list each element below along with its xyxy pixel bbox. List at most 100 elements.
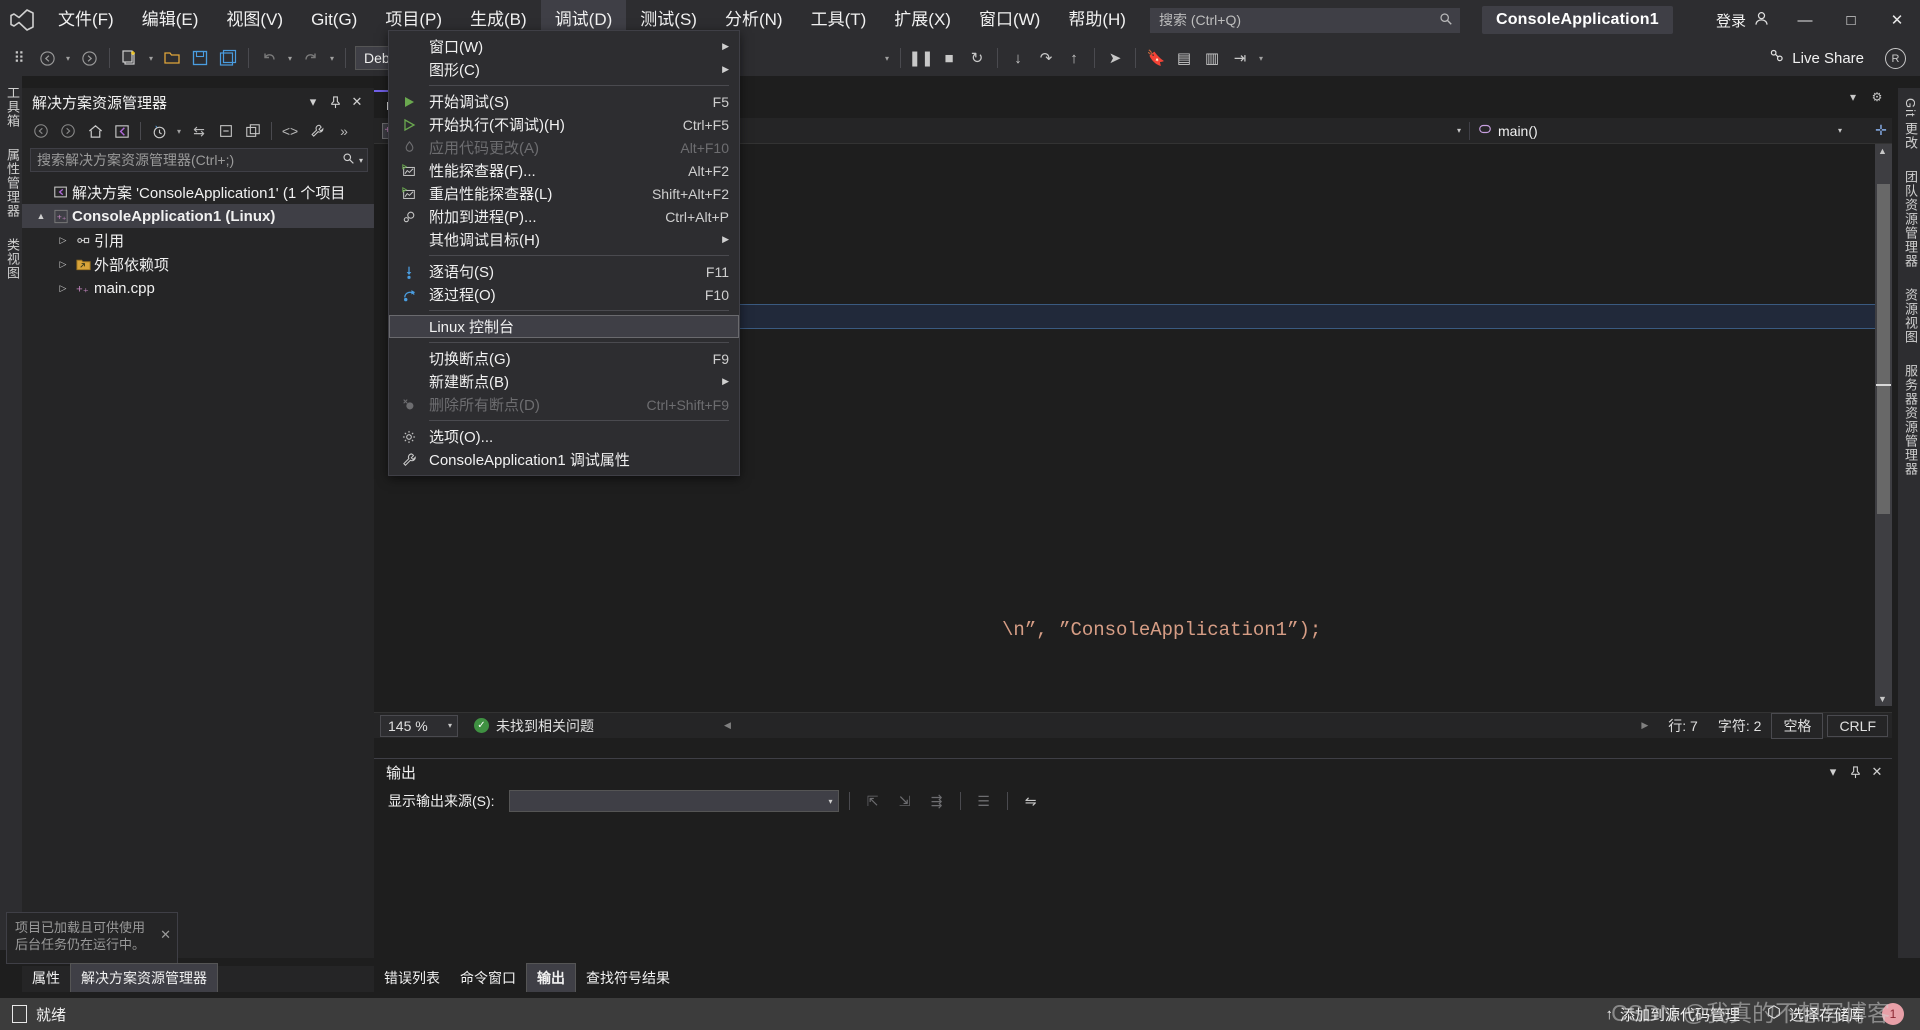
nav-member-chevron-icon[interactable]: ▾: [1838, 126, 1842, 135]
se-home-icon[interactable]: [82, 118, 108, 144]
se-overflow-icon[interactable]: »: [331, 118, 357, 144]
uncomment-icon[interactable]: ▥: [1199, 45, 1225, 71]
twisty-project[interactable]: ▲: [32, 211, 50, 221]
menu-edit[interactable]: 编辑(E): [128, 0, 213, 40]
se-properties-icon[interactable]: [304, 118, 330, 144]
menu-window[interactable]: 窗口(W): [965, 0, 1054, 40]
panel-close-icon[interactable]: ✕: [346, 91, 368, 113]
panel-tab-properties[interactable]: 属性: [22, 964, 70, 992]
scroll-thumb[interactable]: [1877, 184, 1890, 514]
hscroll-right-editor-icon[interactable]: ▶: [1631, 720, 1658, 731]
undo-icon[interactable]: [256, 45, 282, 71]
live-share-button[interactable]: Live Share: [1768, 40, 1864, 76]
add-to-source-control-button[interactable]: ↑ 添加到源代码管理: [1597, 1004, 1748, 1025]
bottom-tab-output[interactable]: 输出: [526, 963, 576, 992]
menu-item-attach-to-process[interactable]: 附加到进程(P)... Ctrl+Alt+P: [389, 205, 739, 228]
quick-search-input[interactable]: 搜索 (Ctrl+Q): [1150, 8, 1460, 33]
new-project-dropdown-icon[interactable]: ▾: [145, 54, 157, 63]
nav-scope-chevron-icon[interactable]: ▾: [1457, 126, 1461, 135]
output-source-combo[interactable]: ▾: [509, 790, 839, 812]
rail-tab-server-explorer[interactable]: 服务器资源管理器: [1898, 354, 1920, 486]
open-file-icon[interactable]: [159, 45, 185, 71]
pin-icon[interactable]: [324, 91, 346, 113]
navigate-back-icon[interactable]: [34, 45, 60, 71]
feedback-icon[interactable]: R: [1885, 48, 1906, 69]
se-show-all-files-icon[interactable]: <>: [277, 118, 303, 144]
menu-file[interactable]: 文件(F): [44, 0, 128, 40]
menu-item-relaunch-profiler[interactable]: 重启性能探查器(L) Shift+Alt+F2: [389, 182, 739, 205]
save-icon[interactable]: [187, 45, 213, 71]
menu-item-windows[interactable]: 窗口(W) ▶: [389, 35, 739, 58]
run-dropdown-icon[interactable]: ▾: [881, 54, 893, 63]
comment-icon[interactable]: ▤: [1171, 45, 1197, 71]
se-pending-changes-icon[interactable]: [146, 118, 172, 144]
back-dropdown-icon[interactable]: ▾: [62, 54, 74, 63]
stop-icon[interactable]: ■: [936, 45, 962, 71]
tree-node-external-dependencies[interactable]: ▷ 外部依赖项: [22, 252, 374, 276]
new-project-icon[interactable]: [117, 45, 143, 71]
step-over-toolbar-icon[interactable]: ↷: [1033, 45, 1059, 71]
twisty-external[interactable]: ▷: [54, 259, 72, 270]
save-all-icon[interactable]: [215, 45, 241, 71]
menu-item-start-without-debugging[interactable]: 开始执行(不调试)(H) Ctrl+F5: [389, 113, 739, 136]
output-dropdown-icon[interactable]: ▾: [1822, 761, 1844, 783]
redo-dropdown-icon[interactable]: ▾: [326, 54, 338, 63]
solution-explorer-search-input[interactable]: 搜索解决方案资源管理器(Ctrl+;) ▾: [30, 148, 368, 172]
se-back-icon[interactable]: [28, 118, 54, 144]
menu-item-start-debugging[interactable]: 开始调试(S) F5: [389, 90, 739, 113]
zoom-level-combo[interactable]: 145 % ▾: [380, 715, 458, 737]
menu-item-toggle-breakpoint[interactable]: 切换断点(G) F9: [389, 347, 739, 370]
rail-tab-resource-view[interactable]: 资源视图: [1898, 278, 1920, 354]
toggle-wrap-icon[interactable]: ⇋: [1018, 789, 1044, 813]
se-forward-icon[interactable]: [55, 118, 81, 144]
toast-close-icon[interactable]: ✕: [160, 926, 171, 943]
menu-tools[interactable]: 工具(T): [797, 0, 881, 40]
menu-item-step-into[interactable]: 逐语句(S) F11: [389, 260, 739, 283]
undo-dropdown-icon[interactable]: ▾: [284, 54, 296, 63]
menu-extensions[interactable]: 扩展(X): [880, 0, 965, 40]
twisty-references[interactable]: ▷: [54, 235, 72, 246]
rail-tab-team-explorer[interactable]: 团队资源管理器: [1898, 160, 1920, 278]
menu-view[interactable]: 视图(V): [212, 0, 297, 40]
se-properties-window-icon[interactable]: [240, 118, 266, 144]
clear-all-icon[interactable]: ⇲: [892, 789, 918, 813]
indentation-indicator[interactable]: 空格: [1771, 713, 1823, 739]
nav-split-icon[interactable]: ✛: [1870, 122, 1892, 139]
tree-node-references[interactable]: ▷ 引用: [22, 228, 374, 252]
notification-bell-badge[interactable]: 1: [1882, 1003, 1904, 1025]
bookmark-icon[interactable]: 🔖: [1143, 45, 1169, 71]
menu-item-step-over[interactable]: 逐过程(O) F10: [389, 283, 739, 306]
output-close-icon[interactable]: ✕: [1866, 761, 1888, 783]
editor-vertical-scrollbar[interactable]: ▲ ▼: [1875, 144, 1892, 706]
menu-item-debug-properties[interactable]: ConsoleApplication1 调试属性: [389, 448, 739, 471]
panel-dropdown-icon[interactable]: ▾: [302, 91, 324, 113]
output-pin-icon[interactable]: [1844, 761, 1866, 783]
sign-in-button[interactable]: 登录: [1704, 10, 1782, 31]
se-collapse-all-icon[interactable]: [213, 118, 239, 144]
rail-tab-git-changes[interactable]: Git 更改: [1898, 88, 1920, 160]
nav-member-selector[interactable]: main() ▾: [1470, 118, 1870, 144]
se-sync-icon[interactable]: ⇆: [186, 118, 212, 144]
bottom-tab-find-symbol-results[interactable]: 查找符号结果: [576, 964, 680, 992]
scroll-up-icon[interactable]: ▲: [1878, 146, 1887, 156]
bottom-tab-command-window[interactable]: 命令窗口: [450, 964, 526, 992]
step-into-toolbar-icon[interactable]: ↓: [1005, 45, 1031, 71]
debug-dropdown-menu[interactable]: 窗口(W) ▶ 图形(C) ▶ 开始调试(S) F5 开始执行(不调试)(H) …: [388, 30, 740, 476]
restart-icon[interactable]: ↻: [964, 45, 990, 71]
minimize-button[interactable]: —: [1782, 0, 1828, 40]
se-solution-icon[interactable]: [109, 118, 135, 144]
se-search-dropdown-icon[interactable]: ▾: [355, 156, 363, 165]
close-button[interactable]: ✕: [1874, 0, 1920, 40]
menu-item-linux-console[interactable]: Linux 控制台: [389, 315, 739, 338]
toggle-wordwrap-icon[interactable]: ⇶: [924, 789, 950, 813]
indent-icon[interactable]: ⇥: [1227, 45, 1253, 71]
hscroll-left-editor-icon[interactable]: ◀: [714, 720, 741, 731]
twisty-main-cpp[interactable]: ▷: [54, 283, 72, 294]
menu-git[interactable]: Git(G): [297, 0, 371, 40]
menu-item-other-debug-targets[interactable]: 其他调试目标(H) ▶: [389, 228, 739, 251]
tree-node-project[interactable]: ▲ +₊ ConsoleApplication1 (Linux): [22, 204, 374, 228]
select-repository-button[interactable]: 选择存储库: [1758, 1004, 1872, 1025]
maximize-button[interactable]: □: [1828, 0, 1874, 40]
more-tools-icon[interactable]: ▾: [1255, 54, 1267, 63]
menu-item-options[interactable]: 选项(O)...: [389, 425, 739, 448]
